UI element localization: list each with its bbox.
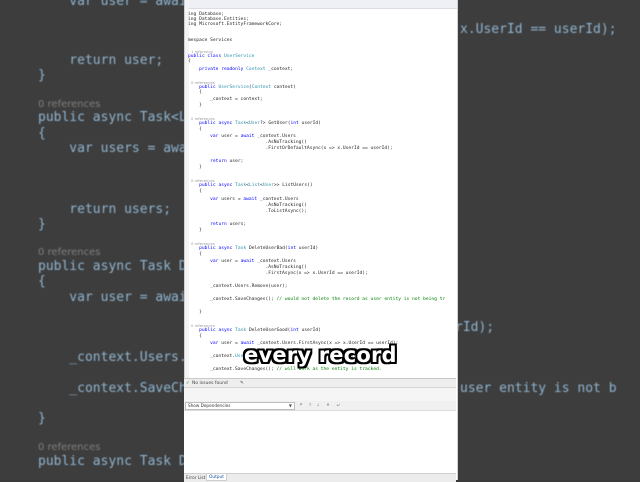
background-code-line: return users; — [38, 202, 172, 217]
code-line: .FirstAsync(x => x.UserId == userId); — [188, 271, 368, 276]
scroll-up-icon[interactable]: ⇡ — [307, 402, 313, 408]
background-code-line: x.UserId == userId); — [460, 22, 617, 37]
background-reference-count: 0 references — [38, 99, 101, 110]
code-line: public async Task<User?> GetUser(int use… — [199, 121, 321, 126]
background-reference-count: 0 references — [38, 247, 101, 258]
background-code-line: { — [38, 126, 46, 141]
code-line: var users = await _context.Users — [210, 197, 299, 202]
scroll-down-icon[interactable]: ⇣ — [315, 402, 321, 408]
code-line: .FirstOrDefaultAsync(x => x.UserId == us… — [188, 146, 393, 151]
code-line: .ToListAsync(); — [188, 209, 307, 214]
background-code-line: var users = await — [38, 141, 203, 156]
code-line: public UserService(Context context) — [199, 85, 296, 90]
issues-icon: ✓ — [186, 381, 190, 386]
code-line: _context.SaveChanges(); // would not del… — [188, 297, 446, 302]
tool-window-tabs: Error List Output — [184, 473, 456, 482]
code-line: public async Task DeleteUserGood(int use… — [199, 328, 321, 333]
code-line: { — [188, 127, 202, 132]
video-caption: every record — [244, 343, 397, 367]
code-line: .AsNoTracking() — [188, 140, 307, 145]
code-line: .AsNoTracking() — [188, 203, 307, 208]
code-line: } — [188, 103, 202, 108]
brush-icon[interactable]: ✎ — [240, 381, 244, 386]
background-code-line: rId); — [455, 320, 495, 335]
code-line: return user; — [210, 159, 244, 164]
code-line: { — [188, 59, 191, 64]
code-line: ing Microsoft.EntityFrameworkCore; — [188, 22, 283, 27]
tab-error-list[interactable]: Error List — [186, 476, 205, 481]
output-source-select[interactable]: Show Dependencies ▼ — [185, 402, 295, 410]
code-line: public async Task<List<User>> ListUsers(… — [199, 183, 313, 188]
output-pane[interactable] — [184, 411, 456, 473]
find-icon[interactable]: ⌕ — [298, 402, 304, 408]
code-line: var user = await _context.Users — [210, 259, 296, 264]
clear-all-icon[interactable]: ✕ — [325, 402, 331, 408]
code-line: { — [188, 189, 202, 194]
code-line: mespace Services — [188, 38, 233, 43]
bottom-tool-window: ✓ No issues found ✎ Show Dependencies ▼ … — [184, 378, 456, 482]
background-code-line: user entity is not b — [460, 381, 617, 396]
editor-status-bar: ✓ No issues found ✎ — [184, 379, 456, 388]
code-line: return users; — [210, 222, 247, 227]
background-code-line: } — [38, 411, 46, 426]
chevron-down-icon: ▼ — [288, 403, 292, 408]
code-line: { — [188, 90, 202, 95]
code-line: .AsNoTracking() — [188, 265, 307, 270]
code-line: { — [188, 334, 202, 339]
code-line: _context = context; — [188, 97, 263, 102]
code-line: public async Task DeleteUserBad(int user… — [199, 246, 319, 251]
word-wrap-icon[interactable]: ↵ — [335, 402, 341, 408]
background-code-line: } — [38, 68, 46, 83]
code-line: } — [188, 228, 202, 233]
code-line: } — [188, 310, 202, 315]
code-line: private readonly Context _context; — [199, 67, 294, 72]
code-line: _context.User — [188, 354, 247, 359]
editor-tab-strip — [185, 0, 457, 9]
code-line: } — [188, 165, 202, 170]
code-line: public class UserService — [188, 54, 255, 59]
background-code-line: } — [38, 217, 46, 232]
background-code-line: return user; — [38, 53, 164, 68]
background-reference-count: 0 references — [38, 442, 101, 453]
issues-status: No issues found — [192, 381, 228, 386]
code-line: _context.Users.Remove(user); — [188, 284, 288, 289]
code-line: { — [188, 252, 202, 257]
code-line: var user = await _context.Users — [210, 134, 296, 139]
output-source-value: Show Dependencies — [188, 403, 231, 408]
background-code-line: { — [38, 274, 46, 289]
